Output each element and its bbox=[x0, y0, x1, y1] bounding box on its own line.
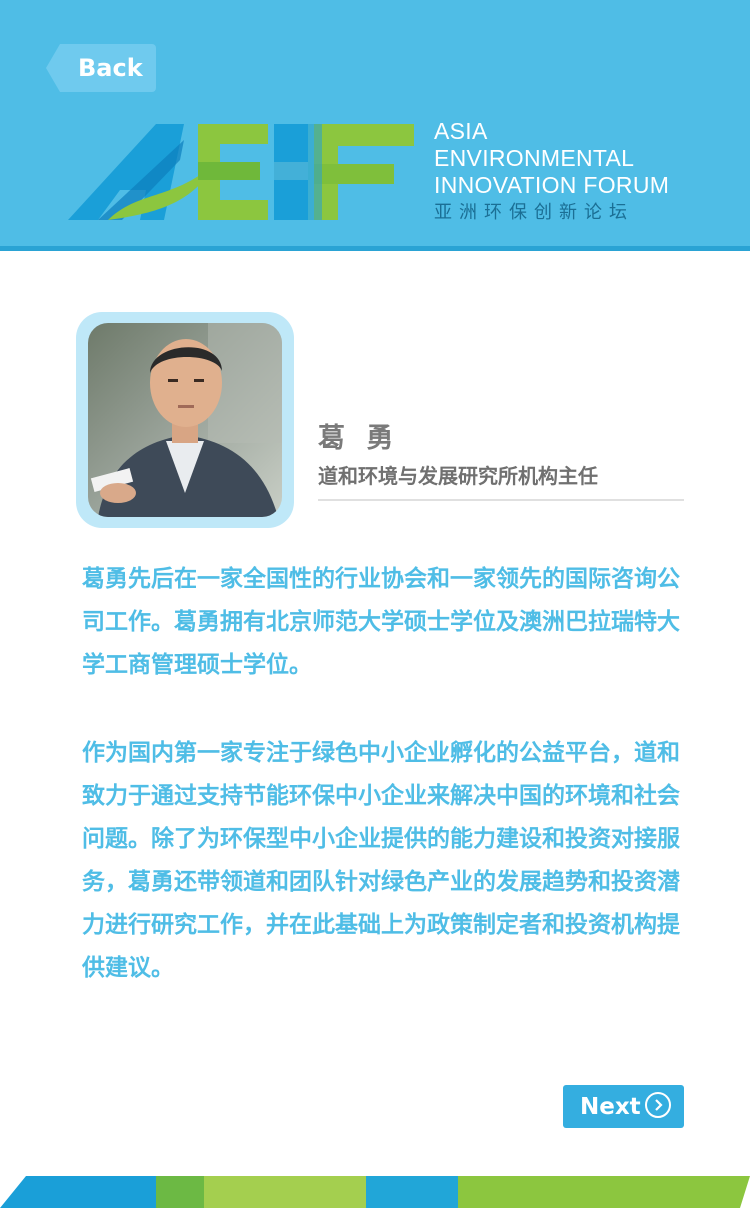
profile-title: 道和环境与发展研究所机构主任 bbox=[318, 464, 598, 488]
chevron-right-circle-icon bbox=[645, 1092, 671, 1118]
logo-wordmark: ASIA ENVIRONMENTAL INNOVATION FORUM 亚洲环保… bbox=[434, 118, 669, 226]
footer-color-band bbox=[0, 1176, 750, 1208]
profile-photo bbox=[88, 323, 282, 517]
profile-name: 葛 勇 bbox=[318, 423, 400, 454]
back-button[interactable]: Back bbox=[46, 44, 156, 92]
header: Back ASIA ENVIRONMENTAL INNOVATION FORUM… bbox=[0, 0, 750, 251]
profile-divider bbox=[318, 499, 684, 501]
next-button-label: Next bbox=[580, 1093, 641, 1120]
profile-photo-frame bbox=[76, 312, 294, 528]
back-button-label: Back bbox=[78, 54, 143, 82]
next-button[interactable]: Next bbox=[563, 1085, 684, 1128]
logo-line-environmental: ENVIRONMENTAL bbox=[434, 145, 635, 171]
logo-line-innovation-forum: INNOVATION FORUM bbox=[434, 172, 670, 198]
bio-paragraph-1: 葛勇先后在一家全国性的行业协会和一家领先的国际咨询公司工作。葛勇拥有北京师范大学… bbox=[82, 566, 680, 678]
logo-line-asia: ASIA bbox=[434, 118, 488, 144]
bio-paragraph-2: 作为国内第一家专注于绿色中小企业孵化的公益平台，道和致力于通过支持节能环保中小企… bbox=[82, 740, 680, 981]
logo-chinese-name: 亚洲环保创新论坛 bbox=[434, 202, 634, 223]
aeif-logo-mark bbox=[68, 124, 414, 220]
